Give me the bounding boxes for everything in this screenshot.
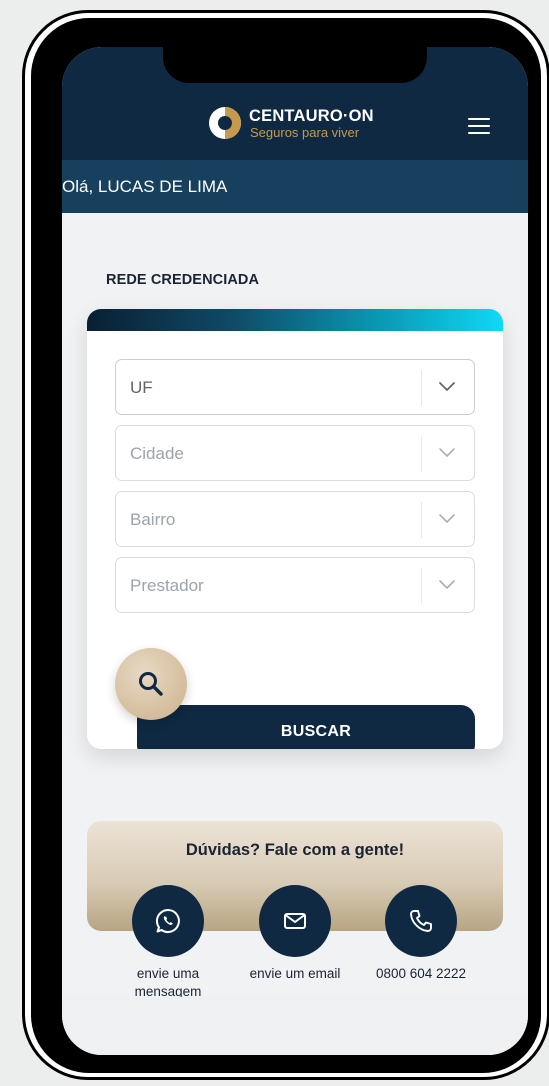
phone-icon [410,910,432,932]
magnifier-icon [139,672,163,696]
hamburger-menu-icon[interactable] [466,115,492,137]
brand-logo[interactable]: CENTAURO·ON Seguros para viver [207,105,387,145]
cidade-select-label: Cidade [130,444,184,463]
prestador-select-label: Prestador [130,576,204,595]
whatsapp-icon [156,908,180,933]
phone-button[interactable] [385,885,457,957]
uf-select[interactable]: UF [115,359,475,415]
buscar-button-label: BUSCAR [280,723,352,740]
contact-phone[interactable]: 0800 604 2222 [361,885,481,983]
contact-whatsapp[interactable]: envie uma mensagem [108,885,228,1001]
phone-notch [163,47,427,83]
whatsapp-button[interactable] [132,885,204,957]
cidade-select[interactable]: Cidade [115,425,475,481]
email-icon [284,913,306,929]
centauro-logo-icon [209,107,241,139]
bairro-select[interactable]: Bairro [115,491,475,547]
app-screen: CENTAURO·ON Seguros para viver Olá, LUCA… [62,47,528,1055]
greeting-bar: Olá, LUCAS DE LIMA [62,160,528,213]
section-title: REDE CREDENCIADA [106,272,260,288]
email-button[interactable] [259,885,331,957]
bairro-select-label: Bairro [130,510,176,529]
contact-title: Dúvidas? Fale com a gente! [185,841,405,859]
buscar-button[interactable]: BUSCAR [137,705,475,749]
whatsapp-label: envie uma mensagem [134,966,202,999]
contact-email[interactable]: envie um email [235,885,355,983]
chevron-down-icon [439,382,455,391]
card-gradient-band [87,309,503,331]
email-label: envie um email [249,966,341,981]
search-button[interactable] [115,648,187,720]
bottom-strip [62,997,528,1055]
brand-tagline: Seguros para viver [250,125,360,140]
brand-name: CENTAURO·ON [249,107,374,125]
greeting-text: Olá, LUCAS DE LIMA [62,177,228,196]
chevron-down-icon [439,580,455,589]
uf-select-label: UF [130,378,153,397]
chevron-down-icon [439,514,455,523]
chevron-down-icon [439,448,455,457]
prestador-select[interactable]: Prestador [115,557,475,613]
phone-label: 0800 604 2222 [375,966,467,981]
